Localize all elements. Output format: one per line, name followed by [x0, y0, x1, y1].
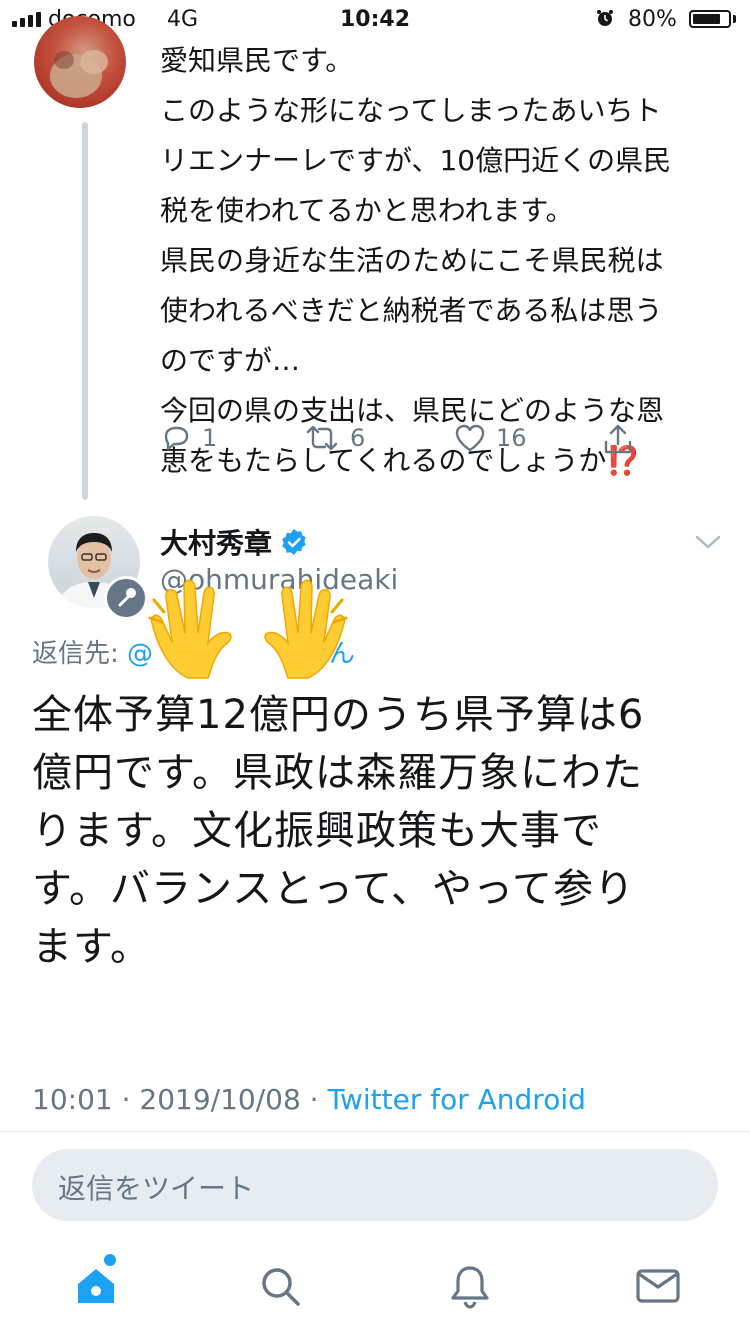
unread-indicator — [104, 1254, 116, 1266]
tweet-source[interactable]: Twitter for Android — [327, 1083, 585, 1116]
parent-tweet-avatar[interactable] — [34, 16, 126, 108]
battery-cap — [733, 15, 736, 23]
share-action[interactable] — [602, 422, 634, 456]
reply-count: 1 — [202, 424, 218, 452]
thread-line — [82, 122, 88, 500]
like-action[interactable]: 16 — [454, 422, 527, 454]
author-name-row[interactable]: 大村秀章 — [160, 522, 308, 562]
home-icon[interactable] — [74, 1264, 118, 1308]
verified-icon — [282, 529, 306, 555]
raising-hands-emoji — [148, 579, 348, 679]
tweet-meta: 10:01 · 2019/10/08 · Twitter for Android — [32, 1083, 586, 1116]
like-icon — [455, 424, 485, 452]
battery-icon — [689, 10, 731, 28]
alarm-icon — [597, 10, 613, 26]
avatar-photo — [50, 50, 108, 98]
reply-to-prefix: 返信先: — [32, 639, 128, 669]
retweet-icon — [306, 425, 338, 451]
microphone-icon — [104, 576, 148, 620]
parent-tweet-text: 愛知県民です。 このような形になってしまったあいちト リエンナーレですが、10億… — [160, 44, 672, 477]
retweet-action[interactable]: 6 — [304, 422, 365, 454]
reply-icon — [164, 426, 189, 451]
reply-action[interactable]: 1 — [160, 422, 217, 454]
search-icon[interactable] — [258, 1264, 302, 1308]
chevron-down-icon[interactable] — [694, 532, 722, 552]
retweet-count: 6 — [350, 424, 366, 452]
share-icon — [604, 424, 632, 454]
messages-icon[interactable] — [635, 1268, 681, 1304]
tweet-text: 全体予算12億円のうち県予算は6 億円です。県政は森羅万象にわた ります。文化振… — [32, 692, 645, 970]
divider — [0, 1131, 750, 1132]
author-name: 大村秀章 — [160, 527, 273, 560]
tweet-timestamp: 10:01 · 2019/10/08 · — [32, 1083, 328, 1116]
battery-percent: 80% — [628, 7, 677, 32]
notifications-icon[interactable] — [448, 1262, 492, 1310]
like-count: 16 — [496, 424, 527, 452]
reply-compose-placeholder: 返信をツイート — [58, 1172, 255, 1205]
